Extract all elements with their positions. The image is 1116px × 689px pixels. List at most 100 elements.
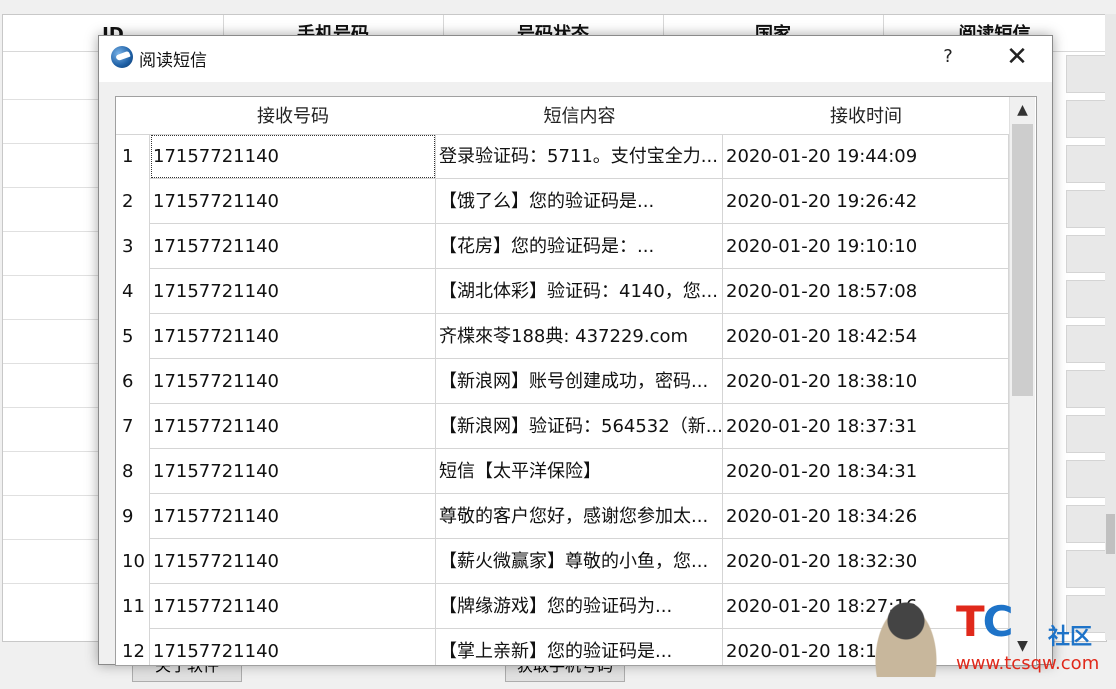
- content-cell[interactable]: 【花房】您的验证码是：...: [436, 224, 723, 269]
- header-receive-number[interactable]: 接收号码: [150, 97, 437, 135]
- row-number: 7: [116, 404, 150, 449]
- row-number: 6: [116, 359, 150, 404]
- row-number: 8: [116, 449, 150, 494]
- time-cell[interactable]: 2020-01-20 19:10:10: [723, 224, 1009, 269]
- row-number: 11: [116, 584, 150, 629]
- close-button[interactable]: ✕: [999, 42, 1035, 72]
- content-cell[interactable]: 【新浪网】账号创建成功，密码...: [436, 359, 723, 404]
- phone-cell[interactable]: 17157721140: [150, 629, 436, 665]
- read-sms-column: [1063, 51, 1106, 641]
- row-divider: [3, 275, 103, 276]
- read-sms-button[interactable]: [1066, 55, 1106, 93]
- row-number: 5: [116, 314, 150, 359]
- time-cell[interactable]: 2020-01-20 19:26:42: [723, 179, 1009, 224]
- read-sms-button[interactable]: [1066, 415, 1106, 453]
- row-divider: [3, 319, 103, 320]
- row-number: 3: [116, 224, 150, 269]
- phone-cell[interactable]: 17157721140: [150, 224, 436, 269]
- read-sms-button[interactable]: [1066, 235, 1106, 273]
- read-sms-button[interactable]: [1066, 505, 1106, 543]
- time-cell[interactable]: 2020-01-20 18:38:10: [723, 359, 1009, 404]
- read-sms-button[interactable]: [1066, 370, 1106, 408]
- phone-cell[interactable]: 17157721140: [150, 179, 436, 224]
- row-number: 2: [116, 179, 150, 224]
- row-number: 1: [116, 134, 150, 179]
- table-row[interactable]: 3 17157721140 【花房】您的验证码是：... 2020-01-20 …: [116, 224, 1009, 269]
- row-divider: [3, 407, 103, 408]
- app-logo-icon: [111, 46, 133, 68]
- dialog-title: 阅读短信: [139, 51, 207, 71]
- tcsqw-watermark: TC 社区 www.tcsqw.com: [868, 593, 1116, 689]
- content-cell[interactable]: 尊敬的客户您好，感谢您参加太...: [436, 494, 723, 539]
- row-divider: [3, 583, 103, 584]
- table-row[interactable]: 6 17157721140 【新浪网】账号创建成功，密码... 2020-01-…: [116, 359, 1009, 404]
- time-cell[interactable]: 2020-01-20 18:57:08: [723, 269, 1009, 314]
- header-sms-content[interactable]: 短信内容: [436, 97, 724, 135]
- watermark-url: www.tcsqw.com: [956, 653, 1100, 674]
- time-cell[interactable]: 2020-01-20 18:42:54: [723, 314, 1009, 359]
- phone-cell[interactable]: 17157721140: [150, 269, 436, 314]
- help-button[interactable]: ?: [937, 44, 959, 70]
- table-row[interactable]: 8 17157721140 短信【太平洋保险】 2020-01-20 18:34…: [116, 449, 1009, 494]
- table-row[interactable]: 1 17157721140 登录验证码：5711。支付宝全力... 2020-0…: [116, 134, 1009, 179]
- content-cell[interactable]: 【湖北体彩】验证码：4140，您...: [436, 269, 723, 314]
- content-cell[interactable]: 短信【太平洋保险】: [436, 449, 723, 494]
- read-sms-button[interactable]: [1066, 550, 1106, 588]
- read-sms-button[interactable]: [1066, 460, 1106, 498]
- time-cell[interactable]: 2020-01-20 19:44:09: [723, 134, 1009, 179]
- sms-table: 接收号码 短信内容 接收时间 1 17157721140 登录验证码：5711。…: [115, 96, 1037, 666]
- read-sms-button[interactable]: [1066, 145, 1106, 183]
- sms-scroll-thumb[interactable]: [1012, 124, 1033, 396]
- phone-cell[interactable]: 17157721140: [150, 584, 436, 629]
- phone-cell[interactable]: 17157721140: [150, 449, 436, 494]
- table-row[interactable]: 2 17157721140 【饿了么】您的验证码是... 2020-01-20 …: [116, 179, 1009, 224]
- time-cell[interactable]: 2020-01-20 18:37:31: [723, 404, 1009, 449]
- read-sms-button[interactable]: [1066, 190, 1106, 228]
- mascot-figure-icon: [870, 597, 942, 677]
- table-corner: [116, 97, 151, 135]
- table-row[interactable]: 7 17157721140 【新浪网】验证码：564532（新... 2020-…: [116, 404, 1009, 449]
- phone-cell[interactable]: 17157721140: [150, 494, 436, 539]
- row-divider: [3, 363, 103, 364]
- table-row[interactable]: 4 17157721140 【湖北体彩】验证码：4140，您... 2020-0…: [116, 269, 1009, 314]
- tc-logo: TC: [956, 597, 1013, 646]
- table-row[interactable]: 5 17157721140 齐楪來苓188典: 437229.com 2020-…: [116, 314, 1009, 359]
- scroll-up-arrow-icon[interactable]: ▲: [1010, 99, 1035, 121]
- row-divider: [3, 451, 103, 452]
- row-divider: [3, 143, 103, 144]
- content-cell[interactable]: 【薪火微赢家】尊敬的小鱼，您...: [436, 539, 723, 584]
- content-cell[interactable]: 【饿了么】您的验证码是...: [436, 179, 723, 224]
- community-label: 社区: [1048, 625, 1093, 650]
- row-divider: [3, 539, 103, 540]
- read-sms-button[interactable]: [1066, 100, 1106, 138]
- time-cell[interactable]: 2020-01-20 18:34:26: [723, 494, 1009, 539]
- phone-cell[interactable]: 17157721140: [150, 134, 436, 179]
- content-cell[interactable]: 齐楪來苓188典: 437229.com: [436, 314, 723, 359]
- content-cell[interactable]: 【掌上亲新】您的验证码是...: [436, 629, 723, 665]
- content-cell[interactable]: 【牌缘游戏】您的验证码为...: [436, 584, 723, 629]
- phone-cell[interactable]: 17157721140: [150, 359, 436, 404]
- content-cell[interactable]: 【新浪网】验证码：564532（新...: [436, 404, 723, 449]
- read-sms-dialog: 阅读短信 ? ✕ 接收号码 短信内容 接收时间 1 17157721140 登录…: [98, 35, 1053, 666]
- table-row[interactable]: 10 17157721140 【薪火微赢家】尊敬的小鱼，您... 2020-01…: [116, 539, 1009, 584]
- tc-logo-t: T: [956, 597, 985, 646]
- table-row[interactable]: 9 17157721140 尊敬的客户您好，感谢您参加太... 2020-01-…: [116, 494, 1009, 539]
- read-sms-button[interactable]: [1066, 280, 1106, 318]
- row-divider: [3, 231, 103, 232]
- row-number: 10: [116, 539, 150, 584]
- time-cell[interactable]: 2020-01-20 18:34:31: [723, 449, 1009, 494]
- main-scroll-thumb[interactable]: [1106, 514, 1115, 554]
- header-receive-time[interactable]: 接收时间: [723, 97, 1010, 135]
- row-divider: [3, 495, 103, 496]
- time-cell[interactable]: 2020-01-20 18:32:30: [723, 539, 1009, 584]
- dialog-titlebar[interactable]: 阅读短信 ? ✕: [99, 36, 1052, 82]
- phone-cell[interactable]: 17157721140: [150, 539, 436, 584]
- read-sms-button[interactable]: [1066, 325, 1106, 363]
- row-number: 9: [116, 494, 150, 539]
- sms-table-scrollbar[interactable]: ▲ ▼: [1009, 97, 1035, 665]
- phone-cell[interactable]: 17157721140: [150, 404, 436, 449]
- main-scrollbar[interactable]: [1105, 14, 1116, 640]
- row-number: 12: [116, 629, 150, 665]
- content-cell[interactable]: 登录验证码：5711。支付宝全力...: [436, 134, 723, 179]
- phone-cell[interactable]: 17157721140: [150, 314, 436, 359]
